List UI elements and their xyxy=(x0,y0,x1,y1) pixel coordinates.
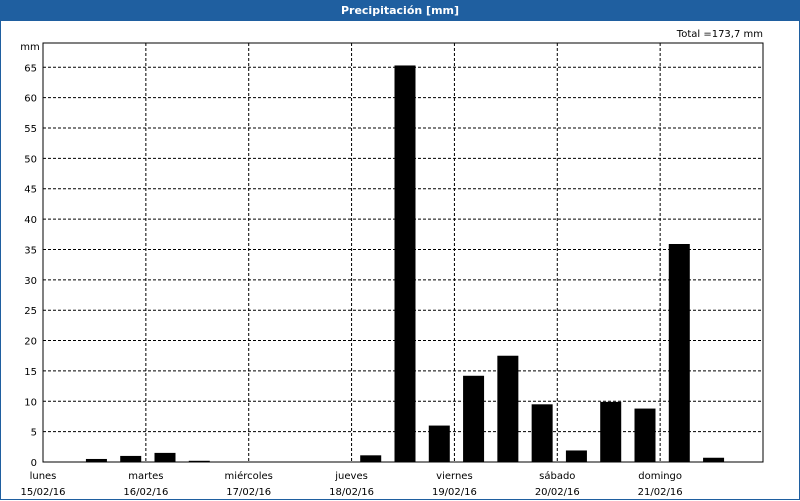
y-tick-label: 65 xyxy=(24,63,37,74)
x-tick-label-day: lunes xyxy=(30,471,57,482)
x-tick-label-date: 19/02/16 xyxy=(432,487,477,498)
bar xyxy=(565,450,587,462)
y-tick-labels: 0 5 10 15 20 25 30 35 40 45 50 55 60 65 xyxy=(24,63,37,469)
y-tick-label: 35 xyxy=(24,245,37,256)
bar xyxy=(634,408,656,462)
bar xyxy=(428,425,450,462)
x-tick-label-day: domingo xyxy=(638,471,682,482)
y-tick-label: 55 xyxy=(24,124,37,135)
bar xyxy=(463,375,485,462)
x-tick-labels: lunes 15/02/16 martes 16/02/16 miércoles 17/0… xyxy=(21,470,683,498)
x-tick-label-date: 17/02/16 xyxy=(226,487,271,498)
bars xyxy=(85,65,725,463)
y-tick-label: 60 xyxy=(24,94,37,105)
x-tick-label-date: 16/02/16 xyxy=(123,487,168,498)
x-tick-label-day: viernes xyxy=(436,471,472,482)
x-tick-label-day: miércoles xyxy=(225,470,273,482)
y-tick-label: 40 xyxy=(24,215,37,226)
x-tick-label-date: 20/02/16 xyxy=(535,487,580,498)
bar xyxy=(120,455,142,462)
y-tick-label: 50 xyxy=(24,154,37,165)
bar xyxy=(154,452,176,462)
bar xyxy=(668,243,690,462)
total-label: Total =173,7 mm xyxy=(676,29,763,40)
y-tick-label: 20 xyxy=(24,337,37,348)
x-tick-label-day: sábado xyxy=(539,470,575,482)
x-tick-label-date: 15/02/16 xyxy=(21,487,66,498)
y-tick-label: 5 xyxy=(31,428,37,439)
bar xyxy=(497,355,519,462)
bar xyxy=(600,401,622,462)
x-tick-label-day: jueves xyxy=(334,471,368,482)
y-tick-label: 30 xyxy=(24,276,37,287)
bar xyxy=(394,65,416,463)
y-tick-label: 15 xyxy=(24,367,37,378)
y-tick-label: 0 xyxy=(31,458,37,469)
x-tick-label-date: 21/02/16 xyxy=(638,487,683,498)
y-tick-label: 25 xyxy=(24,306,37,317)
y-tick-label: 10 xyxy=(24,397,37,408)
y-axis-unit: mm xyxy=(20,42,39,53)
x-tick-label-date: 18/02/16 xyxy=(329,487,374,498)
chart-canvas: Total =173,7 mm mm 0 5 10 15 20 25 30 35 40 45 50 5… xyxy=(20,29,764,498)
y-tick-label: 45 xyxy=(24,185,37,196)
chart-window: Precipitación [mm] Total =173,7 mm mm 05… xyxy=(0,0,800,500)
bar xyxy=(703,457,725,462)
x-tick-label-day: martes xyxy=(128,471,163,482)
bar xyxy=(360,455,382,462)
bar xyxy=(531,404,553,462)
